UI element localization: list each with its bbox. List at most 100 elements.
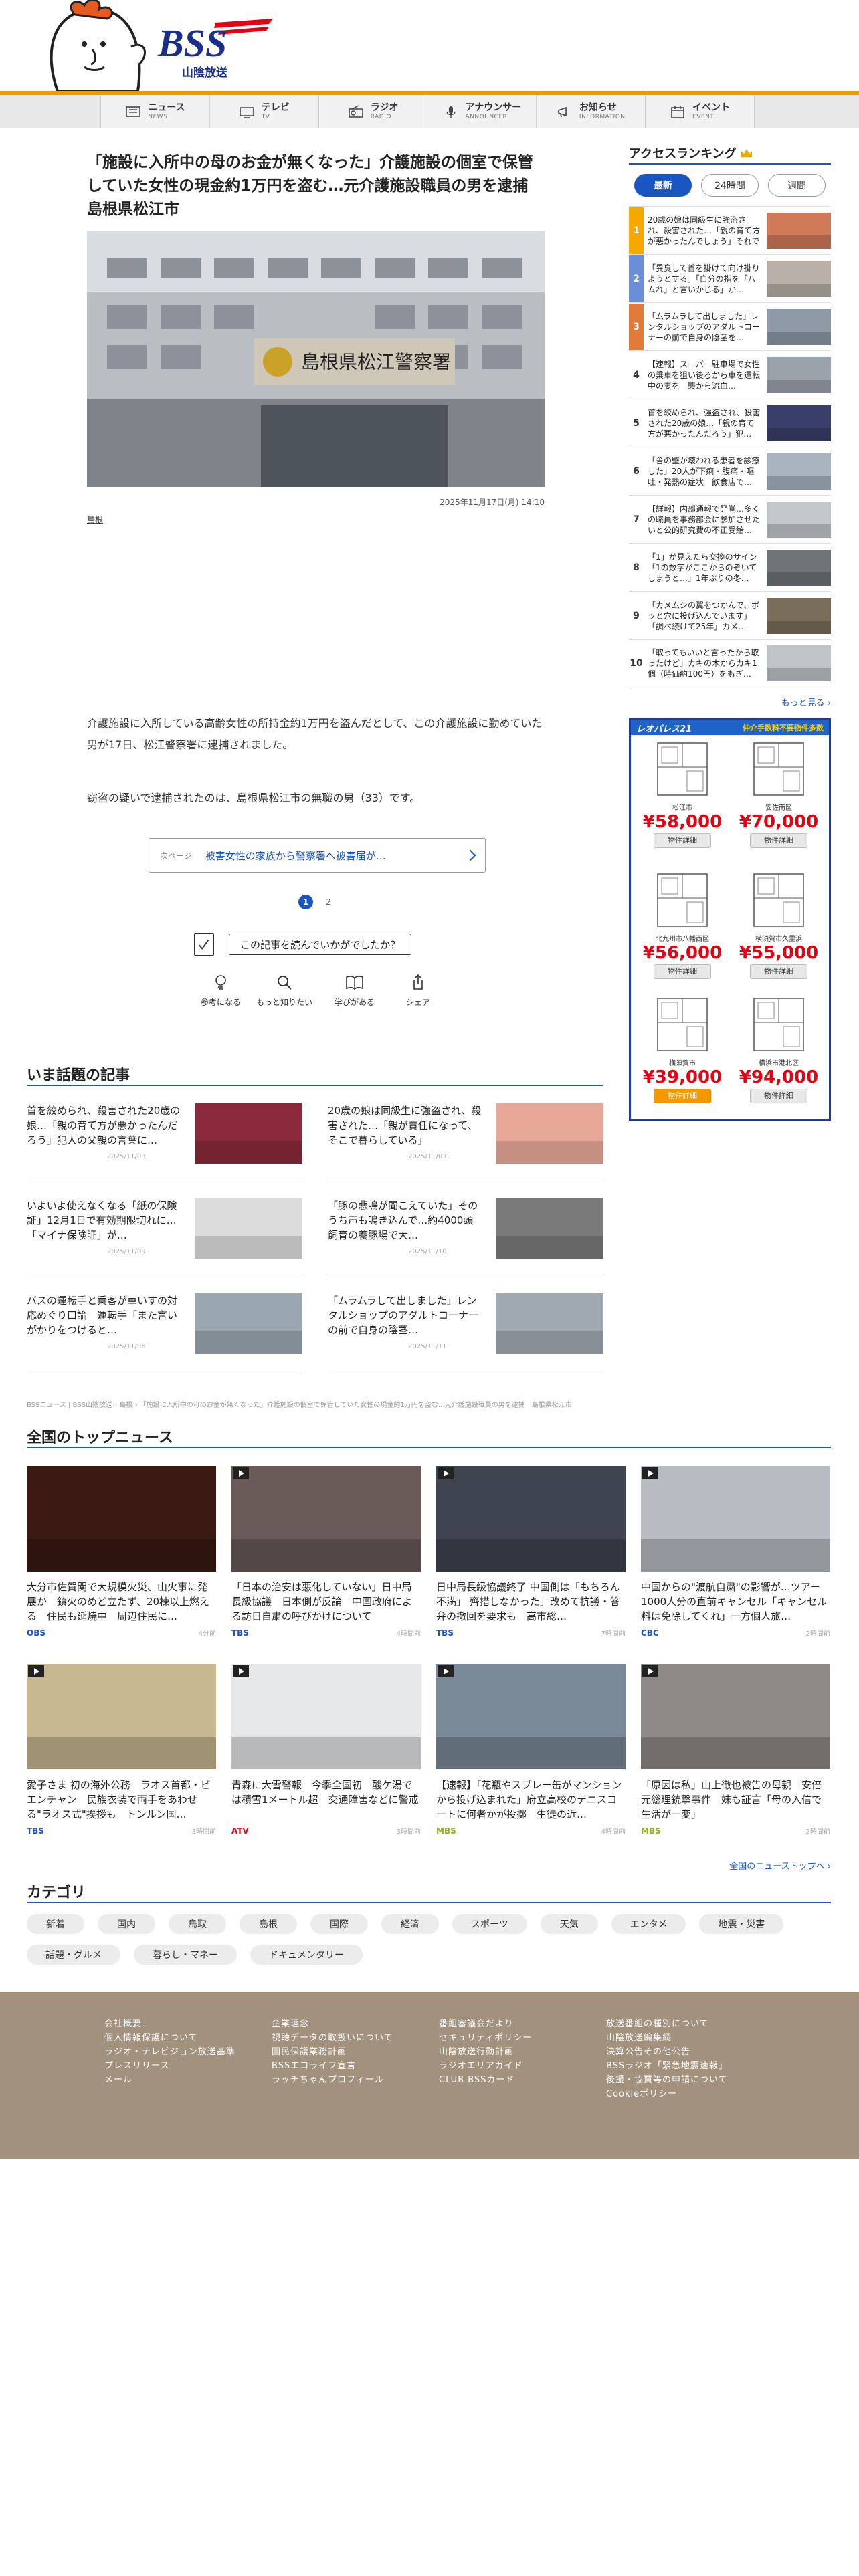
national-news-item[interactable]: 「原因は私」山上徹也被告の母親 安倍元総理銃撃事件 妹も証言「母の入信で生活が一… bbox=[641, 1664, 830, 1836]
ad-property-detail-button[interactable]: 物件詳細 bbox=[654, 833, 711, 848]
national-news-item[interactable]: 日中局長級協議終了 中国側は「もちろん不満」 齊措しなかった」改めて抗議・答弁の… bbox=[436, 1466, 626, 1638]
page-1[interactable]: 1 bbox=[298, 895, 313, 909]
footer-link[interactable]: 後援・協賛等の申請について bbox=[606, 2073, 773, 2087]
nav-item-label: テレビ bbox=[261, 102, 290, 113]
ranking-item[interactable]: 6 「舎の壁が壊われる患者を診療した」20人が下痢・腹痛・嘔吐・発熱の症状 飲食店… bbox=[629, 447, 831, 495]
magnifier-icon bbox=[278, 976, 292, 990]
footer-link[interactable]: ラジオ・テレビジョン放送基準 bbox=[104, 2045, 272, 2059]
hot-topic-item[interactable]: 首を絞められ、殺害された20歳の娘…「親の育て方が悪かったんだろう」犯人の父親の… bbox=[27, 1103, 302, 1182]
category-chip[interactable]: 国際 bbox=[310, 1914, 368, 1934]
nav-item-tv[interactable]: テレビ TV bbox=[209, 95, 319, 128]
tab-latest[interactable]: 最新 bbox=[634, 174, 692, 197]
category-chip[interactable]: エンタメ bbox=[611, 1914, 686, 1934]
national-news-item[interactable]: 青森に大雪警報 今季全国初 酸ケ湯では積雪1メートル超 交通障害などに警戒 ATV… bbox=[231, 1664, 421, 1836]
footer-link[interactable]: 会社概要 bbox=[104, 2017, 272, 2031]
category-chip[interactable]: 島根 bbox=[240, 1914, 297, 1934]
footer-link[interactable]: セキュリティポリシー bbox=[439, 2031, 606, 2045]
ad-property[interactable]: 横須賀市 ¥39,000 物件詳細 bbox=[636, 996, 729, 1103]
ranking-item[interactable]: 9 「カメムシの翼をつかんで、ボッと穴に投げ込んでいます」「調べ続けて25年」カメ… bbox=[629, 591, 831, 639]
national-news-title: 「原因は私」山上徹也被告の母親 安倍元総理銃撃事件 妹も証言「母の入信で生活が一… bbox=[641, 1779, 822, 1820]
ad-property[interactable]: 安佐南区 ¥70,000 物件詳細 bbox=[733, 740, 825, 848]
category-chip[interactable]: 鳥取 bbox=[169, 1914, 226, 1934]
category-chip[interactable]: 経済 bbox=[381, 1914, 439, 1934]
category-chip[interactable]: 暮らし・マネー bbox=[134, 1945, 237, 1965]
nav-item-label: アナウンサー bbox=[465, 102, 522, 113]
reaction-magnifier[interactable]: もっと知りたい bbox=[248, 974, 321, 1008]
footer-link[interactable]: 国民保護業務計画 bbox=[272, 2045, 439, 2059]
footer-link[interactable]: ラジオエリアガイド bbox=[439, 2059, 606, 2073]
ad-property-detail-button[interactable]: 物件詳細 bbox=[654, 1089, 711, 1103]
ad-property[interactable]: 北九州市八幡西区 ¥56,000 物件詳細 bbox=[636, 871, 729, 979]
ranking-item[interactable]: 10 「取ってもいいと言ったから取ったけど」カキの木からカキ1個（時価約100円）… bbox=[629, 639, 831, 687]
footer-link[interactable]: 決算公告その他公告 bbox=[606, 2045, 773, 2059]
ad-property-detail-button[interactable]: 物件詳細 bbox=[750, 1089, 807, 1103]
footer-link[interactable]: 放送番組の種別について bbox=[606, 2017, 773, 2031]
ranking-item[interactable]: 1 20歳の娘は同級生に強盗され、殺害された…「親の育て方が悪かったんでしょう」そ… bbox=[629, 206, 831, 254]
ranking-item[interactable]: 5 首を絞められ、強盗され、殺害された20歳の娘…「親の育て方が悪かったんだろう」… bbox=[629, 399, 831, 447]
footer-link[interactable]: 視聴データの取扱いについて bbox=[272, 2031, 439, 2045]
footer-link[interactable]: BSSエコライフ宣言 bbox=[272, 2059, 439, 2073]
hot-topic-item[interactable]: 20歳の娘は同級生に強盗され、殺害された…「親が責任になって、そこで暮らしている… bbox=[328, 1103, 603, 1182]
category-chip[interactable]: スポーツ bbox=[452, 1914, 527, 1934]
national-more-link[interactable]: 全国のニューストップへ › bbox=[0, 1859, 831, 1872]
nav-item-information[interactable]: お知らせ INFORMATION bbox=[537, 95, 646, 128]
footer-link[interactable]: 個人情報保護について bbox=[104, 2031, 272, 2045]
ad-property[interactable]: 横須賀市久里浜 ¥55,000 物件詳細 bbox=[733, 871, 825, 979]
reaction-share[interactable]: シェア bbox=[388, 974, 448, 1008]
nav-item-event[interactable]: イベント EVENT bbox=[646, 95, 755, 128]
national-news-item[interactable]: 愛子さま 初の海外公務 ラオス首都・ビエンチャン 民族衣装で両手をあわせる"ラオ… bbox=[27, 1664, 216, 1836]
footer-link[interactable]: Cookieポリシー bbox=[606, 2087, 773, 2101]
leopalace-ad[interactable]: レオパレス21 仲介手数料不要物件多数 松江市 ¥58,000 物件詳細 安佐南区 ¥7… bbox=[629, 718, 831, 1121]
hot-topic-item[interactable]: 「ムラムラして出しました」レンタルショップのアダルトコーナーの前で自身の陰茎… 2… bbox=[328, 1293, 603, 1372]
ranking-item[interactable]: 8 「1」が見えたら交換のサイン「1の数字がここからのぞいてしまうと…」1年ぶりの… bbox=[629, 543, 831, 591]
footer-link[interactable]: 山陰放送編集綱 bbox=[606, 2031, 773, 2045]
footer-link[interactable]: プレスリリース bbox=[104, 2059, 272, 2073]
footer-link[interactable]: 番組審議会だより bbox=[439, 2017, 606, 2031]
ranking-more-link[interactable]: もっと見る › bbox=[629, 695, 831, 708]
ranking-number: 3 bbox=[629, 303, 644, 350]
national-news-item[interactable]: 中国からの"渡航自粛"の影響が…ツアー1000人分の直前キャンセル「キャンセル料… bbox=[641, 1466, 830, 1638]
bss-logo[interactable]: BSS 山陰放送 bbox=[155, 15, 289, 82]
national-news-item[interactable]: 【速報】「花瓶やスプレー缶がマンションから投げ込まれた」府立高校のテニスコートに… bbox=[436, 1664, 626, 1836]
ranking-item[interactable]: 2 「異臭して首を掛けて向け掛りようとする」「自分の指を「八ムれ」と言いかじる」か… bbox=[629, 254, 831, 302]
nav-item-news[interactable]: ニュース NEWS bbox=[100, 95, 210, 128]
news-time: 2時間前 bbox=[805, 1630, 830, 1638]
ranking-item[interactable]: 3 「ムラムラして出しました」レンタルショップのアダルトコーナーの前で自身の陰茎を… bbox=[629, 302, 831, 350]
footer-link[interactable]: メール bbox=[104, 2073, 272, 2087]
sidebar: アクセスランキング 最新 24時間 週間 1 20歳の娘は同級生に強盗され、殺害さ… bbox=[629, 143, 831, 708]
ad-property-detail-button[interactable]: 物件詳細 bbox=[750, 964, 807, 979]
footer-link[interactable]: BSSラジオ「緊急地震速報」 bbox=[606, 2059, 773, 2073]
national-news-item[interactable]: 大分市佐賀関で大規模火災、山火事に発展か 鎮火のめど立たず、20棟以上燃える 住… bbox=[27, 1466, 216, 1638]
category-chip[interactable]: 天気 bbox=[540, 1914, 598, 1934]
hot-topic-item[interactable]: 「豚の悲鳴が聞こえていた」そのうち声も鳴き込んで…約4000頭飼育の養豚場で大…… bbox=[328, 1198, 603, 1277]
hot-topic-item[interactable]: いよいよ使えなくなる「紙の保険証」12月1日で有効期限切れに…「マイナ保険証」が… bbox=[27, 1198, 302, 1277]
category-chip[interactable]: 国内 bbox=[98, 1914, 155, 1934]
news-source: MBS bbox=[641, 1826, 661, 1836]
tab-24h[interactable]: 24時間 bbox=[701, 174, 759, 197]
article-area-tag[interactable]: 島根 bbox=[87, 514, 103, 525]
ad-property-detail-button[interactable]: 物件詳細 bbox=[654, 964, 711, 979]
footer-link[interactable]: ラッチちゃんプロフィール bbox=[272, 2073, 439, 2087]
ad-property[interactable]: 横浜市港北区 ¥94,000 物件詳細 bbox=[733, 996, 825, 1103]
category-chip[interactable]: 地震・災害 bbox=[699, 1914, 784, 1934]
reaction-lightbulb[interactable]: 参考になる bbox=[194, 974, 248, 1008]
ranking-item[interactable]: 4 【速報】スーパー駐車場で女性の乗車を狙い後ろから車を運転中の妻を 襲から流血… bbox=[629, 350, 831, 399]
category-chip[interactable]: ドキュメンタリー bbox=[250, 1945, 363, 1965]
category-chip[interactable]: 新着 bbox=[27, 1914, 84, 1934]
reaction-book[interactable]: 学びがある bbox=[321, 974, 388, 1008]
ad-property[interactable]: 松江市 ¥58,000 物件詳細 bbox=[636, 740, 729, 848]
next-page-link[interactable]: 次ページ 被害女性の家族から警察署へ被害届が… bbox=[149, 838, 486, 873]
nav-item-announcer[interactable]: アナウンサー ANNOUNCER bbox=[427, 95, 537, 128]
ad-property-detail-button[interactable]: 物件詳細 bbox=[750, 833, 807, 848]
national-news-item[interactable]: 「日本の治安は悪化していない」日中局長級協議 日本側が反論 中国政府による訪日自… bbox=[231, 1466, 421, 1638]
national-news-thumbnail bbox=[27, 1664, 216, 1769]
footer-link[interactable]: 企業理念 bbox=[272, 2017, 439, 2031]
ranking-item[interactable]: 7 【詳報】内部通報で発覚…多くの職員を事務部会に参加させたいと公的研究費の不正受… bbox=[629, 495, 831, 543]
tab-weekly[interactable]: 週間 bbox=[768, 174, 826, 197]
category-chip[interactable]: 話題・グルメ bbox=[27, 1945, 120, 1965]
nav-item-radio[interactable]: ラジオ RADIO bbox=[318, 95, 428, 128]
footer-link[interactable]: CLUB BSSカード bbox=[439, 2073, 606, 2087]
footer-link[interactable]: 山陰放送行動計画 bbox=[439, 2045, 606, 2059]
hot-topic-item[interactable]: バスの運転手と乗客が車いすの対応めぐり口論 運転手「また言いがかりをつけると… 2… bbox=[27, 1293, 302, 1372]
page-2[interactable]: 2 bbox=[321, 895, 336, 909]
